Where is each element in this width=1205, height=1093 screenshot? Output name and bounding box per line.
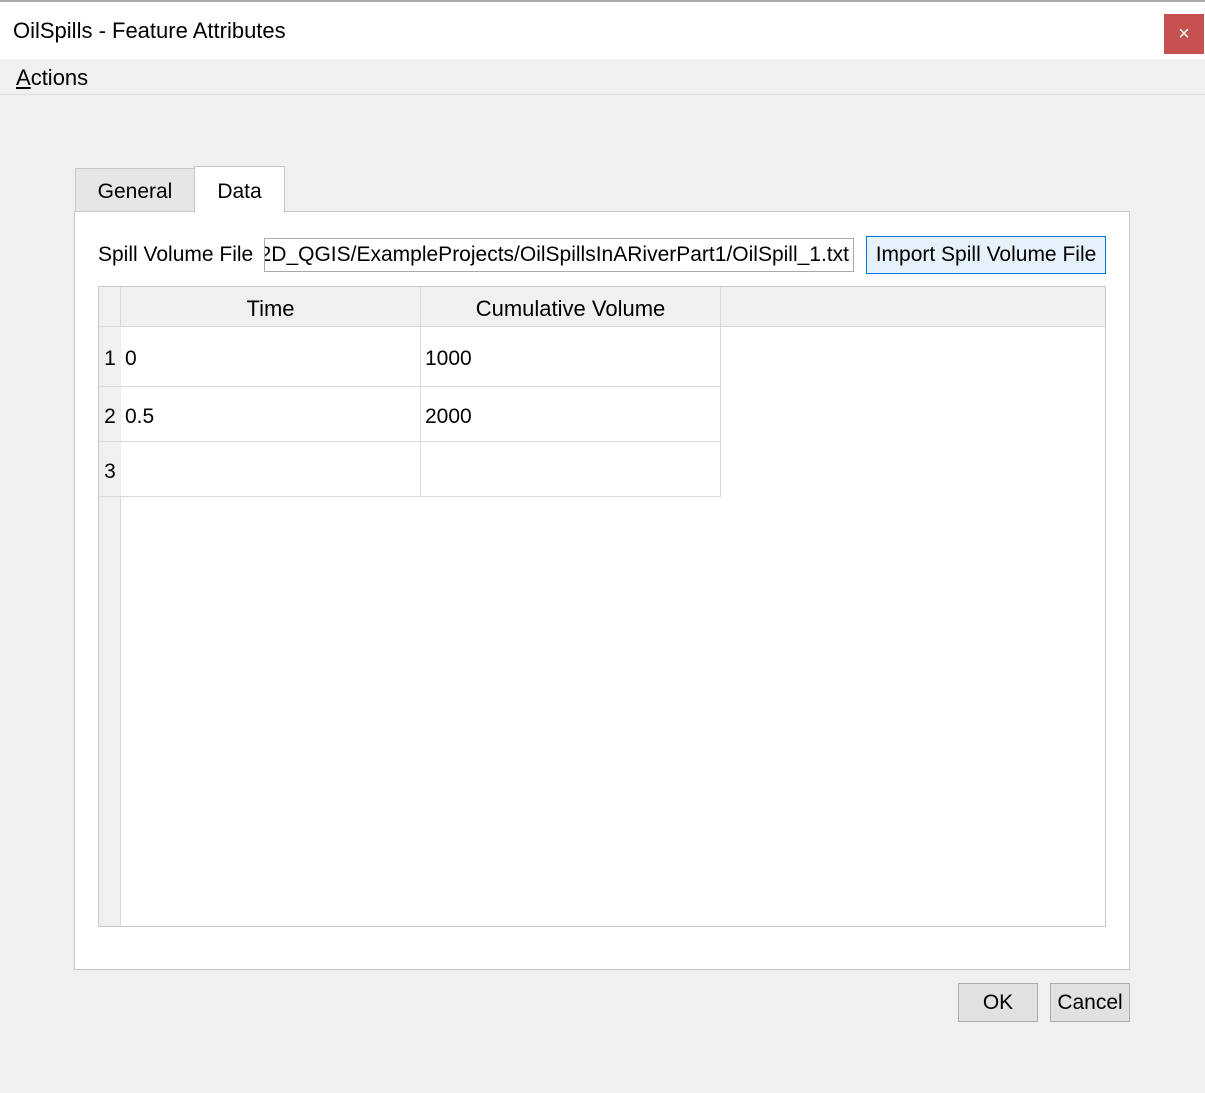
menu-actions[interactable]: Actions <box>16 65 88 91</box>
tab-general[interactable]: General <box>75 168 195 212</box>
spill-volume-file-path: Riv2D_QGIS/ExampleProjects/OilSpillsInAR… <box>264 243 849 266</box>
cell-time-1[interactable]: 0 <box>121 327 421 387</box>
spill-volume-table[interactable]: Time Cumulative Volume 1 0 1000 2 0.5 20… <box>98 286 1106 927</box>
import-spill-volume-file-button[interactable]: Import Spill Volume File <box>866 236 1106 274</box>
column-header-cumulative-volume[interactable]: Cumulative Volume <box>421 287 721 327</box>
column-header-time[interactable]: Time <box>121 287 421 327</box>
cell-time-2[interactable]: 0.5 <box>121 387 421 442</box>
row-header-3[interactable]: 3 <box>99 442 121 497</box>
cell-volume-2[interactable]: 2000 <box>421 387 721 442</box>
tab-data[interactable]: Data <box>194 166 285 213</box>
spill-volume-file-input[interactable]: Riv2D_QGIS/ExampleProjects/OilSpillsInAR… <box>264 238 854 272</box>
menu-bar: Actions <box>0 59 1205 95</box>
row-header-1[interactable]: 1 <box>99 327 121 387</box>
close-icon: × <box>1178 23 1190 45</box>
menu-actions-mnemonic: A <box>16 65 31 90</box>
cell-volume-3[interactable] <box>421 442 721 497</box>
close-button[interactable]: × <box>1164 14 1204 54</box>
table-corner[interactable] <box>99 287 121 327</box>
menu-actions-label: ctions <box>30 65 89 90</box>
ok-button[interactable]: OK <box>958 983 1038 1022</box>
row-header-2[interactable]: 2 <box>99 387 121 442</box>
window-title: OilSpills - Feature Attributes <box>13 18 286 43</box>
cell-time-3[interactable] <box>121 442 421 497</box>
title-bar: OilSpills - Feature Attributes × <box>0 0 1205 59</box>
header-filler <box>721 287 1105 327</box>
spill-volume-file-label: Spill Volume File <box>98 243 254 266</box>
cell-volume-1[interactable]: 1000 <box>421 327 721 387</box>
cancel-button[interactable]: Cancel <box>1050 983 1130 1022</box>
